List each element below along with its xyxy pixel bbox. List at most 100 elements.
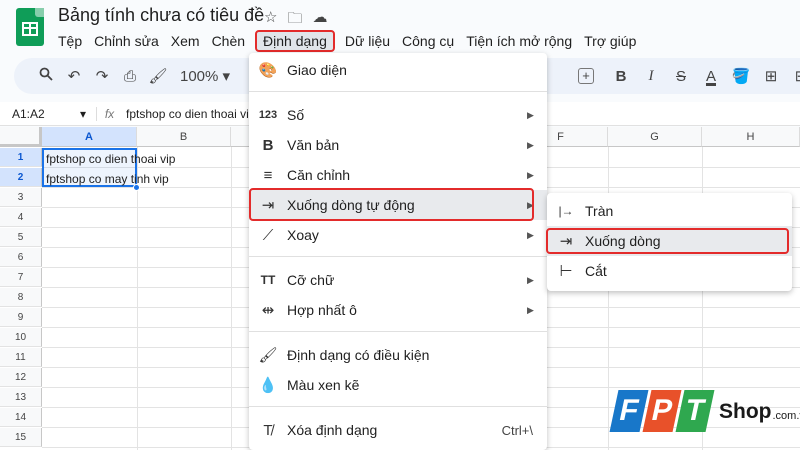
- menu-tools[interactable]: Công cụ: [396, 30, 460, 52]
- menu-item-alignment[interactable]: ≡ Căn chỉnh ▶: [249, 160, 547, 190]
- row-header-12[interactable]: 12: [0, 368, 42, 387]
- row-header-7[interactable]: 7: [0, 268, 42, 287]
- row-header-3[interactable]: 3: [0, 188, 42, 207]
- text-rotation-icon: ⟋: [262, 226, 274, 244]
- row-header-1[interactable]: 1: [0, 148, 42, 167]
- cell-a1[interactable]: fptshop co dien thoai vip: [46, 152, 175, 166]
- menu-item-text[interactable]: B Văn bản ▶: [249, 130, 547, 160]
- row-header-13[interactable]: 13: [0, 388, 42, 407]
- zoom-select[interactable]: 100% ▾: [172, 67, 232, 85]
- menu-item-font-size[interactable]: TT Cỡ chữ ▶: [249, 265, 547, 295]
- grid-column-line: [231, 147, 232, 450]
- italic-icon[interactable]: I: [636, 68, 666, 85]
- menu-item-clear-formatting[interactable]: T̸ Xóa định dạng Ctrl+\: [249, 415, 547, 445]
- watermark-shop: Shop: [719, 400, 772, 423]
- number-format-icon: 123: [258, 109, 278, 121]
- menu-item-label: Căn chỉnh: [287, 167, 351, 183]
- menu-insert[interactable]: Chèn: [206, 30, 251, 52]
- submenu-item-overflow[interactable]: |→ Tràn: [547, 196, 792, 226]
- menu-help[interactable]: Trợ giúp: [578, 30, 642, 52]
- row-header-5[interactable]: 5: [0, 228, 42, 247]
- text-color-icon[interactable]: A: [696, 68, 726, 85]
- font-size-increase-icon[interactable]: +: [578, 68, 594, 84]
- menu-item-label: Giao diện: [287, 62, 347, 78]
- borders-icon[interactable]: ⊞: [756, 67, 786, 85]
- row-header-14[interactable]: 14: [0, 408, 42, 427]
- chevron-down-icon: ▾: [79, 106, 86, 121]
- cell-a2[interactable]: fptshop co may tinh vip: [46, 172, 169, 186]
- menu-item-label: Tràn: [585, 203, 614, 219]
- name-box[interactable]: A1:A2 ▾: [0, 107, 96, 121]
- palette-icon: 🎨: [258, 62, 278, 79]
- clear-format-icon: T̸: [263, 421, 273, 439]
- menu-data[interactable]: Dữ liệu: [339, 30, 396, 52]
- annotation-highlight-box: [249, 188, 534, 221]
- menu-item-label: Cỡ chữ: [287, 272, 335, 288]
- column-header-b[interactable]: B: [137, 127, 231, 147]
- menu-item-label: Xoay: [287, 227, 319, 243]
- submenu-item-clip[interactable]: ⊢ Cắt: [547, 256, 792, 286]
- menu-item-merge-cells[interactable]: ⇹ Hợp nhất ô ▶: [249, 295, 547, 325]
- menu-item-alternating-colors[interactable]: 💧 Màu xen kẽ: [249, 370, 547, 400]
- column-header-g[interactable]: G: [608, 127, 702, 147]
- clip-icon: ⊢: [559, 263, 573, 280]
- formula-input[interactable]: fptshop co dien thoai vi: [122, 107, 249, 121]
- watermark-letter-t: T: [675, 390, 715, 432]
- row-header-4[interactable]: 4: [0, 208, 42, 227]
- menu-item-label: Văn bản: [287, 137, 340, 153]
- menu-item-label: Cắt: [585, 263, 607, 279]
- merge-icon[interactable]: ⊟: [786, 67, 800, 85]
- menu-item-label: Xóa định dạng: [287, 422, 378, 438]
- strikethrough-icon[interactable]: S: [666, 68, 696, 85]
- row-header-2[interactable]: 2: [0, 168, 42, 187]
- column-header-h[interactable]: H: [702, 127, 800, 147]
- bold-icon[interactable]: B: [606, 68, 636, 85]
- format-menu: 🎨 Giao diện 123 Số ▶ B Văn bản ▶ ≡ Căn c…: [249, 53, 547, 450]
- watermark-letter-p: P: [642, 390, 682, 432]
- select-all-corner[interactable]: [0, 127, 42, 147]
- row-header-10[interactable]: 10: [0, 328, 42, 347]
- menu-divider: [249, 91, 547, 92]
- bold-icon: B: [262, 136, 274, 154]
- document-title[interactable]: Bảng tính chưa có tiêu đề: [58, 5, 264, 26]
- menu-file[interactable]: Tệp: [52, 30, 88, 52]
- row-header-15[interactable]: 15: [0, 428, 42, 447]
- fx-icon: fx: [96, 106, 122, 121]
- submenu-arrow-icon: ▶: [527, 109, 534, 120]
- row-header-9[interactable]: 9: [0, 308, 42, 327]
- print-icon[interactable]: ⎙: [116, 68, 144, 85]
- menu-divider: [249, 406, 547, 407]
- menu-item-label: Hợp nhất ô: [287, 302, 357, 318]
- search-icon[interactable]: [32, 67, 60, 85]
- sheets-logo-icon[interactable]: [16, 8, 44, 46]
- menu-divider: [249, 331, 547, 332]
- menu-format[interactable]: Định dạng: [255, 30, 335, 52]
- row-header-6[interactable]: 6: [0, 248, 42, 267]
- submenu-arrow-icon: ▶: [527, 169, 534, 180]
- redo-icon[interactable]: ↷: [88, 67, 116, 85]
- menu-item-appearance[interactable]: 🎨 Giao diện: [249, 55, 547, 85]
- menubar: Tệp Chỉnh sửa Xem Chèn Định dạng Dữ liệu…: [52, 30, 642, 52]
- menu-view[interactable]: Xem: [165, 30, 206, 52]
- undo-icon[interactable]: ↶: [60, 67, 88, 85]
- menu-item-conditional-formatting[interactable]: 🖌 Định dạng có điều kiện: [249, 340, 547, 370]
- overflow-icon: |→: [558, 204, 574, 218]
- row-header-11[interactable]: 11: [0, 348, 42, 367]
- menu-item-label: Số: [287, 107, 305, 123]
- menu-item-rotation[interactable]: ⟋ Xoay ▶: [249, 220, 547, 250]
- submenu-arrow-icon: ▶: [527, 229, 534, 240]
- chevron-down-icon: ▾: [222, 68, 231, 85]
- paint-format-icon[interactable]: 🖌: [144, 67, 172, 85]
- menu-extensions[interactable]: Tiện ích mở rộng: [460, 30, 578, 52]
- column-header-a[interactable]: A: [42, 127, 137, 147]
- toolbar-right-group: + B I S A 🪣 ⊞ ⊟: [574, 58, 800, 94]
- row-header-8[interactable]: 8: [0, 288, 42, 307]
- watermark-letter-f: F: [609, 390, 649, 432]
- fill-color-icon[interactable]: 🪣: [726, 67, 756, 85]
- annotation-highlight-box: [546, 228, 789, 254]
- menu-edit[interactable]: Chỉnh sửa: [88, 30, 165, 52]
- menu-item-number[interactable]: 123 Số ▶: [249, 100, 547, 130]
- menu-divider: [249, 256, 547, 257]
- app-header: Bảng tính chưa có tiêu đề ☆ 🗀 ☁ Tệp Chỉn…: [0, 0, 800, 56]
- merge-cells-icon: ⇹: [261, 302, 275, 319]
